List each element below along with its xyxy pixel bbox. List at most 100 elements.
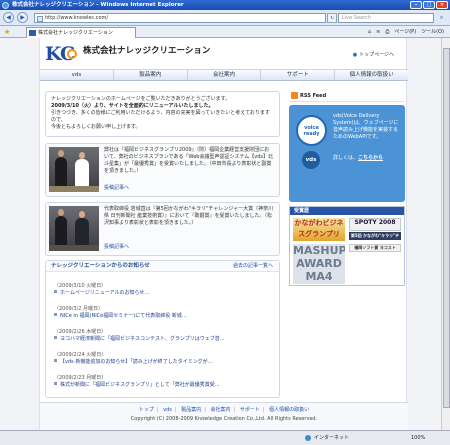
search-input[interactable]: Live Search [338,13,434,23]
news-text: 代表取締役 岩城直は『第5回かながわ"キラリ"チャレンジャー大賞（神奈川県 日刊… [104,206,274,226]
nav-item-company[interactable]: 会社案内 [188,70,262,80]
voice-ready-bubble: voice ready [296,115,327,146]
footer-link[interactable]: トップ [139,407,154,413]
intro-line: 2009/3/10（火）より、サイトを全面的にリニューアルいたしました。 [51,103,214,109]
site-logo[interactable]: KC [45,45,77,64]
notice-header: ナレッジクリエーションからのお知らせ 過去の記事一覧へ [46,261,279,272]
intro-line: ナレッジクリエーションのホームページをご覧いただきありがとうございます。 [51,96,231,102]
notice-item[interactable]: （2009/2/24 火曜日） 【vds 新機能追加のお知らせ】「読み上げが終了… [54,352,274,366]
news-more-link[interactable]: 投稿記事へ [104,244,129,251]
feeds-icon[interactable]: ≋ [376,27,380,37]
maximize-icon[interactable]: □ [423,1,435,9]
notice-item[interactable]: （2009/2/23 月曜日） 株式が新聞に「福岡ビジネスグランプリ」として「弊… [54,375,274,389]
address-url: http://www.knowlec.com/ [45,15,109,21]
footer-link[interactable]: 個人情報の取扱い [269,407,309,413]
page-menu[interactable]: ページ(P) [394,27,416,37]
notice-title[interactable]: 株式が新聞に「福岡ビジネスグランプリ」として「弊社が最優秀賞受… [54,382,274,389]
vds-description: vds(Voice Delivery System)は、ウェブページに音声読み上… [333,113,399,140]
news-more-link[interactable]: 投稿記事へ [104,185,129,192]
browser-tab[interactable]: 株式会社ナレッジクリエーション [26,27,136,38]
tools-menu[interactable]: ツール(O) [421,27,444,37]
close-icon[interactable]: × [436,1,448,9]
news-photo [49,147,99,192]
intro-line: 引きつづき、多くの皆様にご利用いただけるよう、内容の充実を図っていきたいと考えて… [51,110,270,123]
notice-date: （2009/2/26 木曜日） [54,329,107,335]
rss-icon [291,92,298,99]
award-kirari[interactable]: 第5回 かながわ"キラリ"チャレンジャー [349,232,401,240]
status-bar: インターネット 100% [0,430,450,445]
back-icon[interactable]: ◀ [3,12,14,23]
vds-badge: vds [302,151,320,169]
search-icon[interactable]: ⌕ [436,13,447,23]
nav-item-vds[interactable]: vds [40,70,114,80]
separator: | [174,407,177,413]
award-kanagawa-bgp[interactable]: かながわビジネスグランプリ 2009 [293,218,345,241]
refresh-icon[interactable]: ↻ [327,13,337,23]
award-mashup[interactable]: MASHUP AWARD MA4 [293,244,345,284]
rss-label: RSS Feed [300,93,327,99]
news-photo [49,206,99,251]
backdrop [49,245,99,251]
global-nav: vds 製品案内 会社案内 サポート 個人情報の取扱い [40,69,408,81]
search-placeholder: Live Search [342,15,371,21]
favorites-star-icon[interactable]: ★ [4,28,10,36]
home-icon[interactable]: ⌂ [368,27,371,37]
tab-title: 株式会社ナレッジクリエーション [38,30,113,36]
notice-title[interactable]: NICe in 福岡(NICe福岡セミナー)にて代表取締役 新城… [54,313,274,320]
footer-link[interactable]: vds [163,407,172,413]
copyright: Copyright (C) 2008-2009 Knowledge Creati… [130,416,318,422]
notice-archive-link[interactable]: 過去の記事一覧へ [233,263,273,270]
notice-item[interactable]: （2009/2/26 木曜日） ヨコハマ経済新聞に「福岡ビジネスコンテスト、グラ… [54,329,274,343]
footer-link[interactable]: 会社案内 [211,407,231,413]
awards-heading: 受賞歴 [290,207,404,215]
separator: | [156,407,159,413]
awards-box: 受賞歴 かながわビジネスグランプリ 2009 SPOTY 2008 第5回 かな… [289,206,405,286]
notice-item[interactable]: （2009/3/2 月曜日） NICe in 福岡(NICe福岡セミナー)にて代… [54,306,274,320]
notice-title[interactable]: ヨコハマ経済新聞に「福岡ビジネスコンテスト、グランプリはウェブ音… [54,336,274,343]
zoom-level[interactable]: 100% [411,431,447,445]
separator: | [233,407,236,413]
nav-item-privacy[interactable]: 個人情報の取扱い [335,70,408,80]
notice-date: （2009/3/10 火曜日） [54,283,107,289]
notice-item[interactable]: （2009/3/10 火曜日） ホームページリニューアルのお知らせ… [54,283,274,297]
web-page: KC 株式会社ナレッジクリエーション ● トップページへ vds 製品案内 会社案… [39,38,408,430]
bullet-icon: ● [352,52,358,58]
rss-feed-link[interactable]: RSS Feed [289,92,405,102]
window-controls: – □ × [410,1,448,9]
separator: | [204,407,206,413]
print-icon[interactable]: ⎙ [385,27,389,37]
top-page-link[interactable]: ● トップページへ [353,52,394,59]
award-spoty[interactable]: SPOTY 2008 [349,218,401,231]
notice-date: （2009/2/24 火曜日） [54,352,107,358]
scrollbar-thumb[interactable] [443,48,450,408]
notice-heading: ナレッジクリエーションからのお知らせ [51,263,150,269]
news-card: 弊社は『福岡ビジネスグランプリ2009』（財）福岡企業経営支援財団において、弊社… [45,143,280,197]
footer-links: トップ | vds | 製品案内 | 会社案内 | サポート | 個人情報の取扱い [40,407,408,414]
notice-panel: ナレッジクリエーションからのお知らせ 過去の記事一覧へ （2009/3/10 火… [45,260,280,398]
podium [49,186,99,192]
notice-date: （2009/3/2 月曜日） [54,306,104,312]
news-card: 代表取締役 岩城直は『第5回かながわ"キラリ"チャレンジャー大賞（神奈川県 日刊… [45,202,280,256]
ie-icon [2,1,9,9]
address-bar[interactable]: http://www.knowlec.com/ [34,13,326,23]
vertical-scrollbar[interactable] [441,38,450,430]
company-name: 株式会社ナレッジクリエーション [83,46,211,56]
site-favicon-icon [29,30,36,36]
footer-link[interactable]: サポート [240,407,260,413]
separator: | [262,407,265,413]
vds-banner[interactable]: voice ready vds vds(Voice Delivery Syste… [289,105,405,202]
tab-strip: ★ 株式会社ナレッジクリエーション ⌂ ≋ ⎙ ページ(P) ツール(O) [0,26,450,38]
address-toolbar: ◀ ▶ http://www.knowlec.com/ ↻ Live Searc… [0,10,450,26]
minimize-icon[interactable]: – [410,1,422,9]
notice-title[interactable]: 【vds 新機能追加のお知らせ】「読み上げが終了したタイミングが… [54,359,274,366]
vds-more-link[interactable]: こちらから [358,155,383,161]
footer-link[interactable]: 製品案内 [181,407,201,413]
nav-item-products[interactable]: 製品案内 [114,70,188,80]
intro-line: 今後ともよろしくお願い申し上げます。 [51,124,141,130]
award-fukuoka-soft[interactable]: 福岡ソフト賞 ヨコスト2007 [349,244,401,252]
nav-item-support[interactable]: サポート [261,70,336,80]
news-text: 弊社は『福岡ビジネスグランプリ2009』（財）福岡企業経営支援財団において、弊社… [104,147,274,174]
forward-icon[interactable]: ▶ [17,12,28,23]
security-zone: インターネット [305,431,365,445]
notice-title[interactable]: ホームページリニューアルのお知らせ… [54,290,274,297]
